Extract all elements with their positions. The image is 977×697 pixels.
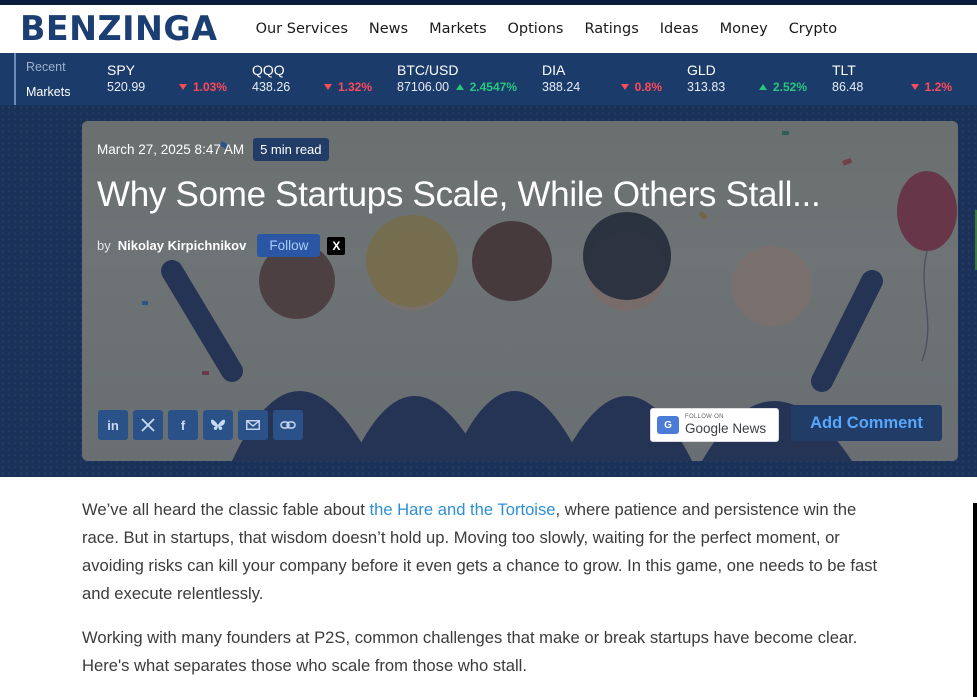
nav-news[interactable]: News — [369, 21, 408, 37]
x-icon[interactable] — [133, 410, 163, 440]
ticker-price: 313.83 — [687, 80, 726, 94]
ticker-item-spy[interactable]: SPY 520.99 1.03% — [92, 53, 237, 105]
article-hero: March 27, 2025 8:47 AM 5 min read Why So… — [0, 105, 977, 477]
ticker-item-tlt[interactable]: TLT 86.48 1.2% — [817, 53, 962, 105]
google-news-icon: G — [657, 416, 679, 434]
ticker-symbol: DIA — [542, 62, 566, 78]
site-header: BENZINGA Our Services News Markets Optio… — [0, 5, 977, 53]
facebook-icon[interactable]: f — [168, 410, 198, 440]
publish-date: March 27, 2025 8:47 AM — [97, 142, 245, 157]
follow-button[interactable]: Follow — [257, 234, 321, 257]
main-nav: Our Services News Markets Options Rating… — [256, 21, 838, 37]
article-paragraph: Working with many founders at P2S, commo… — [82, 628, 858, 675]
share-buttons: in f — [98, 410, 303, 440]
ticker-price: 438.26 — [252, 80, 291, 94]
byline: by Nikolay Kirpichnikov Follow X — [97, 234, 346, 257]
author-x-icon[interactable]: X — [327, 236, 346, 255]
market-ticker: Recent Markets SPY 520.99 1.03% QQQ 438.2… — [0, 53, 977, 105]
ticker-change: 2.4547% — [456, 80, 517, 94]
linkedin-icon[interactable]: in — [98, 410, 128, 440]
ticker-change: 1.32% — [324, 80, 372, 94]
article-paragraph: We’ve all heard the classic fable about … — [82, 500, 878, 603]
google-news-follow-button[interactable]: G FOLLOW ON Google News — [650, 408, 779, 442]
gnews-news-label: News — [732, 421, 767, 437]
bluesky-icon[interactable] — [203, 410, 233, 440]
nav-our-services[interactable]: Our Services — [256, 21, 348, 37]
ticker-change: 0.8% — [621, 80, 662, 94]
article-title: Why Some Startups Scale, While Others St… — [97, 175, 821, 214]
nav-money[interactable]: Money — [720, 21, 768, 37]
by-label: by — [97, 238, 111, 253]
ticker-price: 87106.00 — [397, 80, 450, 94]
nav-ratings[interactable]: Ratings — [584, 21, 638, 37]
ticker-item-qqq[interactable]: QQQ 438.26 1.32% — [237, 53, 382, 105]
ticker-change: 1.03% — [179, 80, 227, 94]
ticker-item-dia[interactable]: DIA 388.24 0.8% — [527, 53, 672, 105]
article-body: We’ve all heard the classic fable about … — [0, 477, 880, 680]
ticker-symbol: GLD — [687, 62, 716, 78]
ticker-symbol: TLT — [832, 62, 856, 78]
ticker-price: 86.48 — [832, 80, 864, 94]
ticker-item-gld[interactable]: GLD 313.83 2.52% — [672, 53, 817, 105]
read-time-badge: 5 min read — [253, 138, 329, 161]
link-icon[interactable] — [273, 410, 303, 440]
nav-crypto[interactable]: Crypto — [789, 21, 837, 37]
ticker-price: 388.24 — [542, 80, 581, 94]
ticker-change: 1.2% — [911, 80, 952, 94]
ticker-item-btc-usd[interactable]: BTC/USD 87106.00 2.4547% — [382, 53, 527, 105]
article-meta: March 27, 2025 8:47 AM 5 min read — [97, 138, 329, 161]
ticker-symbol: BTC/USD — [397, 62, 459, 78]
email-icon[interactable] — [238, 410, 268, 440]
nav-ideas[interactable]: Ideas — [660, 21, 699, 37]
author-name[interactable]: Nikolay Kirpichnikov — [118, 238, 247, 253]
ticker-label: Recent Markets — [14, 53, 92, 105]
ticker-change: 2.52% — [759, 80, 807, 94]
ticker-price: 520.99 — [107, 80, 146, 94]
nav-markets[interactable]: Markets — [429, 21, 486, 37]
ticker-symbol: SPY — [107, 62, 136, 78]
ticker-symbol: QQQ — [252, 62, 285, 78]
hero-card: March 27, 2025 8:47 AM 5 min read Why So… — [82, 121, 958, 461]
benzinga-logo[interactable]: BENZINGA — [20, 9, 218, 49]
gnews-follow-label: FOLLOW ON — [685, 414, 724, 421]
nav-options[interactable]: Options — [508, 21, 564, 37]
hare-tortoise-link[interactable]: the Hare and the Tortoise — [369, 500, 555, 519]
page-edge-scrollbar — [973, 503, 977, 697]
add-comment-button[interactable]: Add Comment — [791, 405, 942, 441]
gnews-google-label: Google — [685, 421, 729, 437]
